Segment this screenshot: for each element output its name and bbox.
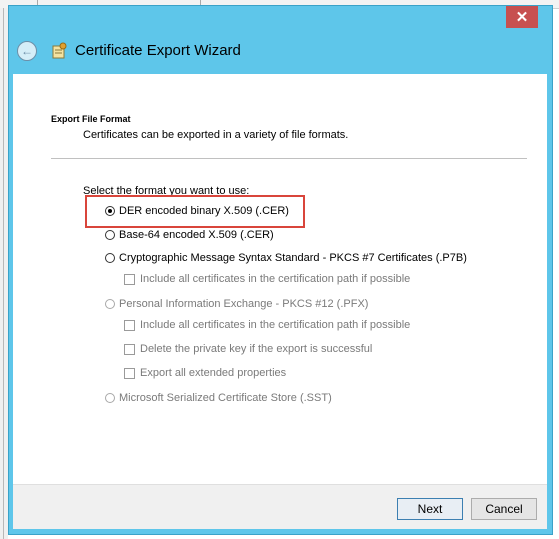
certificate-wizard-icon [52,42,67,59]
checkbox-pfx-delete-key-label: Delete the private key if the export is … [140,343,373,355]
radio-option-der[interactable]: DER encoded binary X.509 (.CER) [105,205,289,217]
close-icon: ✕ [515,9,529,26]
radio-option-base64[interactable]: Base-64 encoded X.509 (.CER) [105,229,274,241]
checkbox-pfx-include-path[interactable]: Include all certificates in the certific… [124,319,410,331]
close-button[interactable]: ✕ [506,6,538,28]
wizard-title: Certificate Export Wizard [75,42,241,59]
wizard-header: ← Certificate Export Wizard [13,32,540,76]
radio-option-pfx-label: Personal Information Exchange - PKCS #12… [119,298,369,310]
checkbox-pfx-export-properties[interactable]: Export all extended properties [124,367,286,379]
radio-option-pkcs7[interactable]: Cryptographic Message Syntax Standard - … [105,252,467,264]
section-subtitle: Certificates can be exported in a variet… [83,129,349,141]
wizard-content: Export File Format Certificates can be e… [13,74,547,484]
radio-option-sst[interactable]: Microsoft Serialized Certificate Store (… [105,392,332,404]
cancel-button[interactable]: Cancel [471,498,537,520]
radio-button-sst[interactable] [105,393,115,403]
section-divider [51,158,527,159]
checkbox-box[interactable] [124,273,135,285]
checkbox-pkcs7-include-path-label: Include all certificates in the certific… [140,273,411,285]
checkbox-box[interactable] [124,319,135,331]
background-divider [3,8,4,539]
checkbox-box[interactable] [124,367,135,379]
radio-button-base64[interactable] [105,230,115,240]
certificate-export-wizard-window: ✕ ← Certificate Export Wizard Export Fil… [8,5,553,535]
radio-option-pkcs7-label: Cryptographic Message Syntax Standard - … [119,252,467,264]
radio-option-sst-label: Microsoft Serialized Certificate Store (… [119,392,332,404]
radio-button-der[interactable] [105,206,115,216]
radio-option-pfx[interactable]: Personal Information Exchange - PKCS #12… [105,298,368,310]
radio-option-der-label: DER encoded binary X.509 (.CER) [119,205,289,217]
next-button[interactable]: Next [397,498,463,520]
checkbox-pkcs7-include-path[interactable]: Include all certificates in the certific… [124,273,410,285]
checkbox-pfx-export-properties-label: Export all extended properties [140,367,287,379]
radio-option-base64-label: Base-64 encoded X.509 (.CER) [119,229,274,241]
section-title: Export File Format [51,114,131,124]
background-window-edge [0,8,8,539]
wizard-footer: Next Cancel [13,484,547,529]
back-button[interactable]: ← [17,41,37,61]
radio-button-pkcs7[interactable] [105,253,115,263]
checkbox-box[interactable] [124,343,135,355]
checkbox-pfx-include-path-label: Include all certificates in the certific… [140,319,411,331]
checkbox-pfx-delete-key[interactable]: Delete the private key if the export is … [124,343,372,355]
radio-button-pfx[interactable] [105,299,115,309]
back-arrow-icon: ← [21,44,33,58]
